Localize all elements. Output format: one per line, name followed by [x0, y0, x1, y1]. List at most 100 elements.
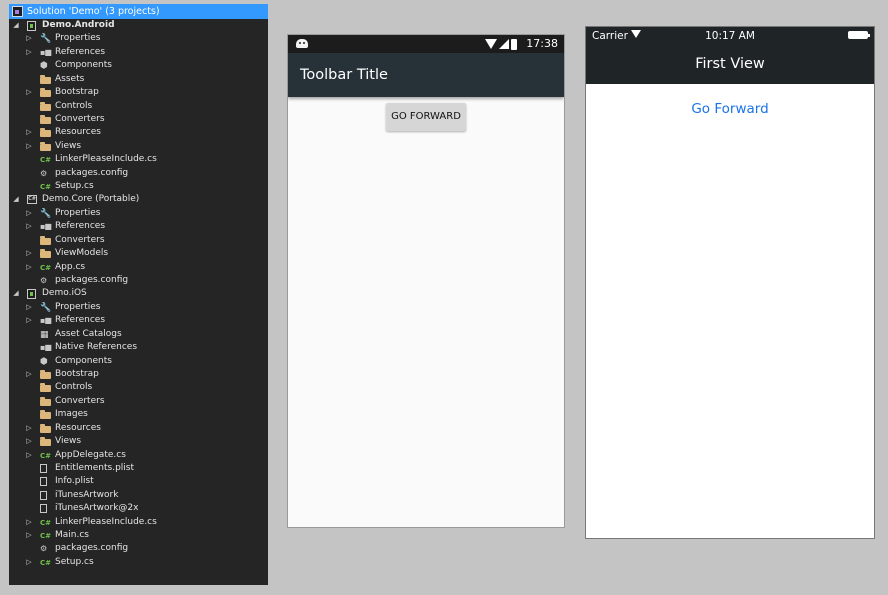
- tree-item[interactable]: ▷ ▪■ References: [9, 220, 268, 233]
- tree-item-label: References: [55, 46, 106, 57]
- wrench-icon: 🔧: [40, 302, 52, 313]
- tree-item-label: Controls: [55, 100, 93, 111]
- tree-item[interactable]: iTunesArtwork: [9, 489, 268, 502]
- tree-item[interactable]: ⚙ packages.config: [9, 167, 268, 180]
- csharp-file-icon: C#: [40, 451, 52, 460]
- tree-item-label: Controls: [55, 382, 93, 393]
- folder-icon: [40, 410, 51, 420]
- tree-item[interactable]: Assets: [9, 73, 268, 86]
- tree-item[interactable]: ⬢ Components: [9, 355, 268, 368]
- tree-item[interactable]: ▷ Resources: [9, 126, 268, 139]
- ios-simulator-screen: Carrier 10:17 AM First View Go Forward: [585, 26, 875, 539]
- collapse-arrow-icon[interactable]: ◢: [11, 19, 21, 32]
- go-forward-link[interactable]: Go Forward: [586, 99, 874, 119]
- tree-item[interactable]: Entitlements.plist: [9, 462, 268, 475]
- tree-item[interactable]: ⬢ Components: [9, 59, 268, 72]
- tree-item[interactable]: ▷ Resources: [9, 422, 268, 435]
- tree-item-label: Views: [55, 436, 82, 447]
- project-node[interactable]: ◢ C# Demo.Core (Portable): [9, 193, 268, 206]
- config-file-icon: ⚙: [40, 168, 48, 178]
- android-toolbar: Toolbar Title: [288, 53, 564, 97]
- ios-navigation-bar: Carrier 10:17 AM First View: [586, 27, 874, 84]
- expand-arrow-icon[interactable]: ▷: [24, 529, 34, 542]
- tree-item[interactable]: ⚙ packages.config: [9, 274, 268, 287]
- folder-icon: [40, 74, 51, 84]
- go-forward-button[interactable]: GO FORWARD: [386, 103, 466, 131]
- tree-item[interactable]: ▷ ▪■ References: [9, 314, 268, 327]
- collapse-arrow-icon[interactable]: ◢: [11, 287, 21, 300]
- tree-item[interactable]: ▷ ▪■ References: [9, 46, 268, 59]
- components-icon: ⬢: [40, 61, 48, 72]
- tree-item[interactable]: Controls: [9, 100, 268, 113]
- tree-item[interactable]: ▷ Bootstrap: [9, 86, 268, 99]
- plist-file-icon: [40, 477, 47, 487]
- tree-item[interactable]: Controls: [9, 381, 268, 394]
- expand-arrow-icon[interactable]: ▷: [24, 435, 34, 448]
- expand-arrow-icon[interactable]: ▷: [24, 301, 34, 314]
- expand-arrow-icon[interactable]: ▷: [24, 32, 34, 45]
- csharp-project-icon: C#: [27, 195, 37, 205]
- nav-title: First View: [695, 56, 765, 72]
- components-icon: ⬢: [40, 356, 48, 367]
- tree-item[interactable]: Info.plist: [9, 475, 268, 488]
- tree-item[interactable]: iTunesArtwork@2x: [9, 502, 268, 515]
- expand-arrow-icon[interactable]: ▷: [24, 86, 34, 99]
- tree-item[interactable]: ▦ Asset Catalogs: [9, 328, 268, 341]
- folder-icon: [40, 369, 51, 379]
- file-icon: [40, 490, 47, 500]
- folder-icon: [40, 437, 51, 447]
- tree-item-label: References: [55, 315, 106, 326]
- project-node[interactable]: ◢ Demo.Android: [9, 19, 268, 32]
- tree-item[interactable]: ▷ C# App.cs: [9, 261, 268, 274]
- tree-item[interactable]: ▷ ViewModels: [9, 247, 268, 260]
- tree-item[interactable]: C# Setup.cs: [9, 180, 268, 193]
- solution-root-item[interactable]: Solution 'Demo' (3 projects): [9, 4, 268, 19]
- expand-arrow-icon[interactable]: ▷: [24, 220, 34, 233]
- tree-item[interactable]: ▷ 🔧 Properties: [9, 207, 268, 220]
- tree-item[interactable]: ▷ 🔧 Properties: [9, 301, 268, 314]
- tree-item-label: AppDelegate.cs: [55, 449, 126, 460]
- project-node[interactable]: ◢ Demo.iOS: [9, 287, 268, 300]
- tree-item[interactable]: Images: [9, 408, 268, 421]
- tree-item[interactable]: ▷ Views: [9, 435, 268, 448]
- tree-item[interactable]: ▷ C# AppDelegate.cs: [9, 449, 268, 462]
- folder-icon: [40, 249, 51, 259]
- tree-item[interactable]: ▷ 🔧 Properties: [9, 32, 268, 45]
- tree-item[interactable]: Converters: [9, 234, 268, 247]
- tree-item[interactable]: Converters: [9, 395, 268, 408]
- csharp-file-icon: C#: [40, 263, 52, 272]
- tree-item[interactable]: ▪■ Native References: [9, 341, 268, 354]
- tree-item[interactable]: Converters: [9, 113, 268, 126]
- expand-arrow-icon[interactable]: ▷: [24, 449, 34, 462]
- tree-item[interactable]: ⚙ packages.config: [9, 542, 268, 555]
- solution-icon: [12, 6, 23, 17]
- plist-file-icon: [40, 463, 47, 473]
- csharp-file-icon: C#: [40, 558, 52, 567]
- tree-item-label: Resources: [55, 422, 101, 433]
- csharp-file-icon: C#: [40, 156, 52, 165]
- expand-arrow-icon[interactable]: ▷: [24, 140, 34, 153]
- expand-arrow-icon[interactable]: ▷: [24, 126, 34, 139]
- expand-arrow-icon[interactable]: ▷: [24, 516, 34, 529]
- collapse-arrow-icon[interactable]: ◢: [11, 193, 21, 206]
- expand-arrow-icon[interactable]: ▷: [24, 556, 34, 569]
- expand-arrow-icon[interactable]: ▷: [24, 247, 34, 260]
- tree-item[interactable]: ▷ Views: [9, 140, 268, 153]
- tree-item-label: Converters: [55, 395, 105, 406]
- tree-item[interactable]: C# LinkerPleaseInclude.cs: [9, 153, 268, 166]
- tree-item[interactable]: ▷ C# Main.cs: [9, 529, 268, 542]
- expand-arrow-icon[interactable]: ▷: [24, 314, 34, 327]
- expand-arrow-icon[interactable]: ▷: [24, 261, 34, 274]
- expand-arrow-icon[interactable]: ▷: [24, 46, 34, 59]
- expand-arrow-icon[interactable]: ▷: [24, 422, 34, 435]
- tree-item-label: Converters: [55, 113, 105, 124]
- expand-arrow-icon[interactable]: ▷: [24, 368, 34, 381]
- expand-arrow-icon[interactable]: ▷: [24, 207, 34, 220]
- android-debug-icon: [296, 39, 308, 48]
- tree-item-label: Native References: [55, 342, 138, 353]
- tree-item[interactable]: ▷ Bootstrap: [9, 368, 268, 381]
- tree-item[interactable]: ▷ C# LinkerPleaseInclude.cs: [9, 516, 268, 529]
- tree-item-label: Properties: [55, 207, 101, 218]
- folder-icon: [40, 396, 51, 406]
- tree-item[interactable]: ▷ C# Setup.cs: [9, 556, 268, 569]
